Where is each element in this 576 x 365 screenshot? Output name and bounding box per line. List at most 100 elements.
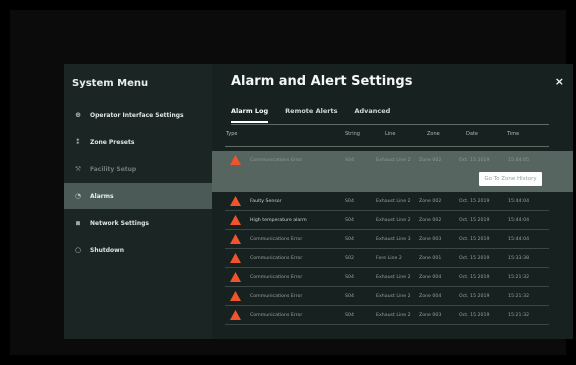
sidebar-item-label: Shutdown	[90, 246, 124, 254]
header-zone: Zone	[427, 131, 440, 137]
cell-type: Communications Error	[250, 313, 303, 318]
cell-time: 15:21:32	[508, 294, 530, 299]
cell-type: Communications Error	[250, 158, 303, 163]
cell-type: Communications Error	[250, 294, 303, 299]
cell-line: Exhaust Line 2	[376, 158, 411, 163]
cell-string: S04	[345, 294, 354, 299]
cell-date: Oct. 15 2019	[459, 294, 490, 299]
cell-date: Oct. 15 2019	[459, 275, 490, 280]
cell-type: Communications Error	[250, 275, 303, 280]
cell-type: High temperature alarm	[250, 218, 307, 223]
cell-string: S04	[345, 313, 354, 318]
cell-type: Communications Error	[250, 256, 303, 261]
system-menu-sidebar: System Menu ⊕ Operator Interface Setting…	[64, 64, 212, 339]
table-row[interactable]: Communications Error S02 Fore Line 2 Zone 0…	[212, 249, 573, 268]
table-header: Type String Line Zone Date Time	[212, 131, 573, 145]
table-row[interactable]: High temperature alarm S04 Exhaust Line 2 Z…	[212, 211, 573, 230]
cell-zone: Zone 002	[419, 158, 442, 163]
table-row[interactable]: Communications Error S04 Exhaust Line 2 Zon…	[212, 306, 573, 325]
sidebar-item-label: Operator Interface Settings	[90, 111, 184, 119]
header-string: String	[345, 131, 360, 137]
tab-alarm-log[interactable]: Alarm Log	[231, 104, 269, 126]
sidebar-item-alarms[interactable]: ◔ Alarms	[64, 183, 212, 209]
cell-string: S04	[345, 237, 354, 242]
preset-icon: ⁑	[76, 138, 80, 146]
warning-icon	[230, 215, 241, 225]
warning-icon	[230, 310, 241, 320]
cell-type: Communications Error	[250, 237, 303, 242]
cell-date: Oct. 15 2019	[459, 256, 490, 261]
cell-time: 15:21:32	[508, 313, 530, 318]
tab-remote-alerts[interactable]: Remote Alerts	[285, 104, 337, 126]
tab-advanced[interactable]: Advanced	[354, 104, 390, 126]
cell-time: 15:44:04	[508, 237, 530, 242]
alarm-icon: ◔	[74, 192, 82, 200]
cell-line: Exhaust Line 2	[376, 294, 411, 299]
sidebar-item-facility-setup[interactable]: ⚒ Facility Setup	[64, 156, 212, 182]
sidebar-item-label: Alarms	[90, 192, 114, 200]
cell-time: 15:33:38	[508, 256, 530, 261]
row-divider	[225, 324, 549, 325]
tools-icon: ⚒	[74, 165, 82, 173]
cell-type: Faulty Sensor	[250, 199, 282, 204]
cell-line: Exhaust Line 2	[376, 218, 411, 223]
sidebar-item-zone-presets[interactable]: ⁑ Zone Presets	[64, 129, 212, 155]
warning-icon	[230, 155, 241, 165]
table-row[interactable]: Communications Error S04 Exhaust Line 2 Zon…	[212, 151, 573, 192]
cell-time: 15:44:04	[508, 199, 530, 204]
table-row[interactable]: Communications Error S04 Exhaust Line 2 Zon…	[212, 268, 573, 287]
cell-zone: Zone 002	[419, 218, 442, 223]
cell-line: Exhaust Line 3	[376, 237, 411, 242]
sidebar-item-shutdown[interactable]: ○ Shutdown	[64, 237, 212, 263]
warning-icon	[230, 196, 241, 206]
header-date: Date	[466, 131, 478, 137]
cell-zone: Zone 002	[419, 199, 442, 204]
header-divider	[225, 146, 549, 147]
cell-zone: Zone 001	[419, 256, 442, 261]
table-row[interactable]: Faulty Sensor S04 Exhaust Line 2 Zone 002 Oc…	[212, 192, 573, 211]
power-icon: ○	[74, 246, 82, 254]
cell-string: S02	[345, 256, 354, 261]
table-row[interactable]: Communications Error S04 Exhaust Line 3 Zon…	[212, 230, 573, 249]
cell-date: Oct. 15 2019	[459, 237, 490, 242]
cell-line: Exhaust Line 2	[376, 313, 411, 318]
cell-date: Oct. 15 2019	[459, 313, 490, 318]
device-frame: System Menu ⊕ Operator Interface Setting…	[10, 10, 573, 355]
go-to-zone-history-button[interactable]: Go To Zone History	[479, 172, 542, 186]
close-icon[interactable]: ×	[555, 75, 564, 88]
sidebar-item-label: Zone Presets	[90, 138, 135, 146]
warning-icon	[230, 272, 241, 282]
warning-icon	[230, 291, 241, 301]
cell-line: Fore Line 2	[376, 256, 402, 261]
cell-string: S04	[345, 158, 354, 163]
tab-divider	[231, 124, 549, 125]
cell-date: Oct. 15 2019	[459, 158, 490, 163]
cell-zone: Zone 003	[419, 237, 442, 242]
tab-bar: Alarm Log Remote Alerts Advanced	[231, 104, 407, 126]
warning-icon	[230, 253, 241, 263]
cell-date: Oct. 15 2019	[459, 218, 490, 223]
alarm-settings-panel: Alarm and Alert Settings × Alarm Log Rem…	[212, 64, 573, 339]
sidebar-item-label: Facility Setup	[90, 165, 137, 173]
cell-time: 15:44:05	[508, 158, 530, 163]
warning-icon	[230, 234, 241, 244]
cell-zone: Zone 004	[419, 294, 442, 299]
cell-string: S04	[345, 218, 354, 223]
cell-line: Exhaust Line 2	[376, 275, 411, 280]
sidebar-item-operator-interface-settings[interactable]: ⊕ Operator Interface Settings	[64, 102, 212, 128]
page-title: Alarm and Alert Settings	[231, 74, 413, 89]
cell-time: 15:44:04	[508, 218, 530, 223]
sidebar-item-label: Network Settings	[90, 219, 149, 227]
cell-zone: Zone 003	[419, 313, 442, 318]
globe-icon: ⊕	[75, 111, 81, 119]
table-row[interactable]: Communications Error S04 Exhaust Line 2 Zon…	[212, 287, 573, 306]
cell-string: S04	[345, 275, 354, 280]
sidebar-title: System Menu	[72, 78, 149, 89]
header-time: Time	[507, 131, 520, 137]
cell-line: Exhaust Line 2	[376, 199, 411, 204]
app-screen: System Menu ⊕ Operator Interface Setting…	[64, 64, 573, 339]
cell-string: S04	[345, 199, 354, 204]
header-line: Line	[385, 131, 396, 137]
cell-date: Oct. 15 2019	[459, 199, 490, 204]
sidebar-item-network-settings[interactable]: ⧈ Network Settings	[64, 210, 212, 236]
